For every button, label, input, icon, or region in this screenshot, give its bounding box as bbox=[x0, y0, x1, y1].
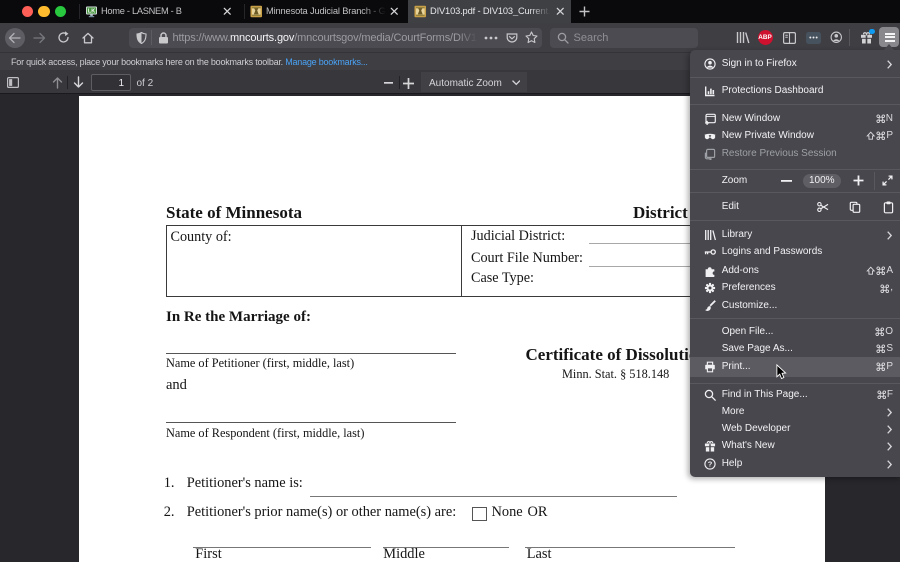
svg-text:?: ? bbox=[707, 460, 712, 469]
svg-text:LK: LK bbox=[87, 9, 94, 15]
